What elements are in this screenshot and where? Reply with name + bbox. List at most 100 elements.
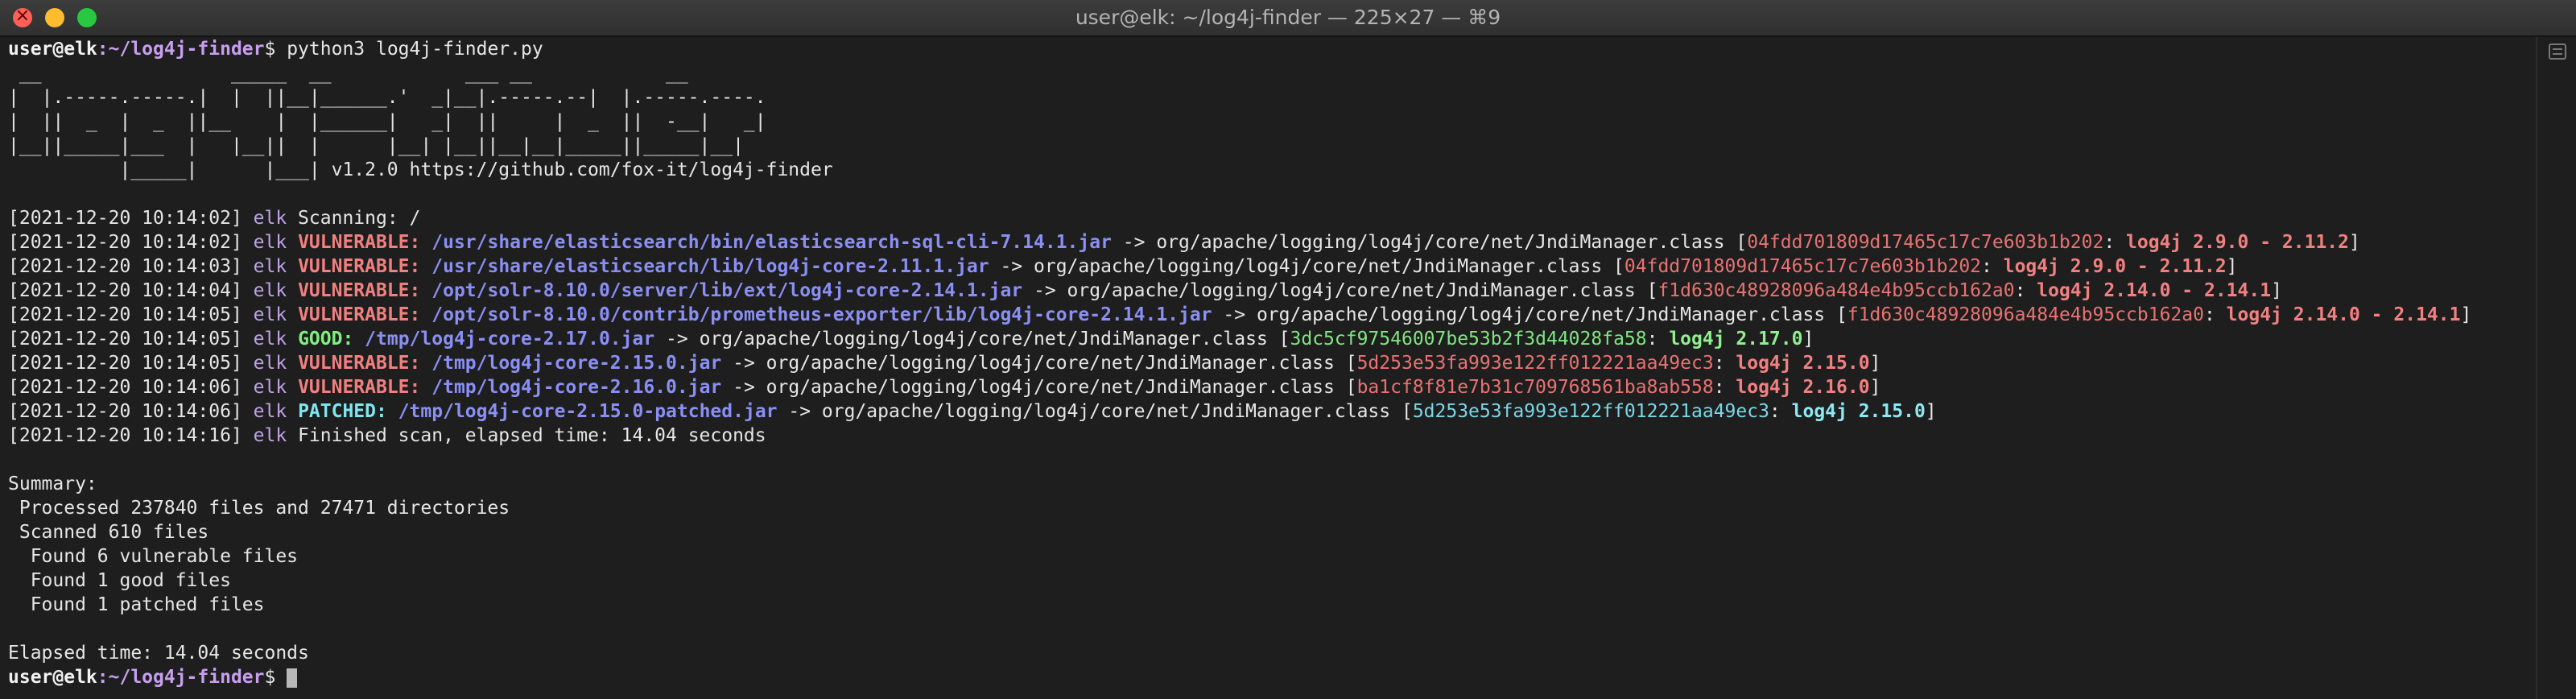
terminal-output[interactable]: user@elk:~/log4j-finder$ python3 log4j-f…: [0, 37, 2524, 699]
log-status: VULNERABLE:: [298, 377, 421, 398]
log-line: [2021-12-20 10:14:06] elk VULNERABLE: /t…: [8, 377, 1881, 398]
log-host: elk: [253, 353, 287, 374]
scrollbar-marks-icon[interactable]: [2549, 43, 2566, 60]
log-version: log4j 2.9.0 - 2.11.2: [2003, 256, 2227, 277]
log-text: -> org/apache/logging/log4j/core/net/Jnd…: [1111, 232, 1748, 253]
log-line: [2021-12-20 10:14:16] elk Finished scan,…: [8, 424, 2524, 448]
summary-heading: Summary:: [8, 474, 97, 494]
log-line: [2021-12-20 10:14:05] elk VULNERABLE: /o…: [8, 304, 2472, 325]
log-timestamp: [2021-12-20 10:14:02]: [8, 208, 242, 229]
prompt-user-host: user@elk: [8, 667, 97, 688]
log-file-path: /opt/solr-8.10.0/contrib/prometheus-expo…: [431, 304, 1212, 325]
text-cursor: [287, 668, 298, 688]
log-timestamp: [2021-12-20 10:14:05]: [8, 329, 242, 350]
log-version: log4j 2.14.0 - 2.14.1: [2226, 304, 2461, 325]
log-file-path: /opt/solr-8.10.0/server/lib/ext/log4j-co…: [431, 280, 1023, 301]
log-host: elk: [253, 280, 287, 301]
log-version: log4j 2.15.0: [1736, 353, 1870, 374]
log-status: VULNERABLE:: [298, 232, 421, 253]
log-text: Scanning: /: [287, 208, 421, 229]
scrollbar[interactable]: [2536, 37, 2576, 699]
typed-command: python3 log4j-finder.py: [275, 39, 543, 60]
banner-line: |_____| |___| v1.2.0 https://github.com/…: [8, 159, 833, 180]
log-status: VULNERABLE:: [298, 280, 421, 301]
log-host: elk: [253, 425, 287, 446]
log-timestamp: [2021-12-20 10:14:16]: [8, 425, 242, 446]
log-file-path: /tmp/log4j-core-2.15.0-patched.jar: [398, 401, 778, 422]
window-title: user@elk: ~/log4j-finder — 225×27 — ⌘9: [1075, 6, 1501, 29]
log-timestamp: [2021-12-20 10:14:03]: [8, 256, 242, 277]
log-host: elk: [253, 208, 287, 229]
log-line: [2021-12-20 10:14:06] elk PATCHED: /tmp/…: [8, 401, 1937, 422]
log-hash: 5d253e53fa993e122ff012221aa49ec3: [1356, 353, 1714, 374]
prompt-path: :~/log4j-finder: [97, 39, 265, 60]
log-timestamp: [2021-12-20 10:14:02]: [8, 232, 242, 253]
log-host: elk: [253, 256, 287, 277]
summary-processed: Processed 237840 files and 27471 directo…: [8, 498, 510, 519]
log-hash: f1d630c48928096a484e4b95ccb162a0: [1657, 280, 2015, 301]
prompt-path: :~/log4j-finder: [97, 667, 265, 688]
summary-patched: Found 1 patched files: [8, 594, 265, 615]
log-hash: f1d630c48928096a484e4b95ccb162a0: [1847, 304, 2204, 325]
log-hash: 3dc5cf97546007be53b2f3d44028fa58: [1290, 329, 1647, 350]
log-timestamp: [2021-12-20 10:14:06]: [8, 377, 242, 398]
log-status: VULNERABLE:: [298, 256, 421, 277]
banner-line: __ _____ __ ___ __ __: [8, 63, 688, 84]
summary-elapsed: Elapsed time: 14.04 seconds: [8, 643, 309, 664]
log-line: [2021-12-20 10:14:02] elk Scanning: /: [8, 206, 2524, 230]
log-version: log4j 2.15.0: [1791, 401, 1926, 422]
banner-line: | || _ | _ ||__ | |______| _| || | _ || …: [8, 111, 766, 132]
prompt-symbol: $: [264, 667, 276, 688]
log-line: [2021-12-20 10:14:04] elk VULNERABLE: /o…: [8, 280, 2282, 301]
log-status: VULNERABLE:: [298, 353, 421, 374]
prompt-user-host: user@elk: [8, 39, 97, 60]
title-bar[interactable]: user@elk: ~/log4j-finder — 225×27 — ⌘9: [0, 0, 2576, 37]
log-host: elk: [253, 401, 287, 422]
log-timestamp: [2021-12-20 10:14:05]: [8, 353, 242, 374]
summary-vulnerable: Found 6 vulnerable files: [8, 546, 299, 567]
banner-line: | |.-----.-----.| | ||__|______.' _|__|.…: [8, 87, 766, 108]
log-hash: 04fdd701809d17465c17c7e603b1b202: [1747, 232, 2104, 253]
log-file-path: /tmp/log4j-core-2.17.0.jar: [365, 329, 655, 350]
log-host: elk: [253, 304, 287, 325]
log-version: log4j 2.16.0: [1736, 377, 1870, 398]
log-version: log4j 2.9.0 - 2.11.2: [2126, 232, 2349, 253]
log-file-path: /tmp/log4j-core-2.16.0.jar: [431, 377, 722, 398]
log-file-path: /usr/share/elasticsearch/lib/log4j-core-…: [431, 256, 989, 277]
log-timestamp: [2021-12-20 10:14:06]: [8, 401, 242, 422]
log-line: [2021-12-20 10:14:02] elk VULNERABLE: /u…: [8, 232, 2360, 253]
log-host: elk: [253, 377, 287, 398]
summary-good: Found 1 good files: [8, 570, 231, 591]
log-text: -> org/apache/logging/log4j/core/net/Jnd…: [1022, 280, 1658, 301]
log-hash: 04fdd701809d17465c17c7e603b1b202: [1624, 256, 1982, 277]
log-text: -> org/apache/logging/log4j/core/net/Jnd…: [777, 401, 1413, 422]
log-hash: ba1cf8f81e7b31c709768561ba8ab558: [1356, 377, 1714, 398]
log-version: log4j 2.17.0: [1669, 329, 1803, 350]
log-hash: 5d253e53fa993e122ff012221aa49ec3: [1412, 401, 1769, 422]
log-line: [2021-12-20 10:14:03] elk VULNERABLE: /u…: [8, 256, 2238, 277]
log-status: PATCHED:: [298, 401, 387, 422]
log-text: -> org/apache/logging/log4j/core/net/Jnd…: [1212, 304, 1847, 325]
log-file-path: /tmp/log4j-core-2.15.0.jar: [431, 353, 722, 374]
log-text: Finished scan, elapsed time: 14.04 secon…: [287, 425, 766, 446]
log-timestamp: [2021-12-20 10:14:04]: [8, 280, 242, 301]
log-file-path: /usr/share/elasticsearch/bin/elasticsear…: [431, 232, 1112, 253]
log-text: -> org/apache/logging/log4j/core/net/Jnd…: [721, 353, 1357, 374]
active-prompt-line[interactable]: user@elk:~/log4j-finder$: [8, 665, 2524, 689]
log-text: -> org/apache/logging/log4j/core/net/Jnd…: [654, 329, 1290, 350]
log-status: GOOD:: [298, 329, 354, 350]
log-host: elk: [253, 329, 287, 350]
log-version: log4j 2.14.0 - 2.14.1: [2037, 280, 2272, 301]
log-text: -> org/apache/logging/log4j/core/net/Jnd…: [989, 256, 1624, 277]
log-line: [2021-12-20 10:14:05] elk VULNERABLE: /t…: [8, 353, 1881, 374]
prompt-symbol: $: [264, 39, 276, 60]
banner-line: |__||_____|___ | |__|| | |__| |__||__|__…: [8, 135, 744, 156]
terminal-window: user@elk: ~/log4j-finder — 225×27 — ⌘9 u…: [0, 0, 2576, 699]
log-timestamp: [2021-12-20 10:14:05]: [8, 304, 242, 325]
log-host: elk: [253, 232, 287, 253]
scan-log: [2021-12-20 10:14:02] elk Scanning: / [20…: [8, 206, 2524, 448]
command-line: user@elk:~/log4j-finder$ python3 log4j-f…: [8, 37, 2524, 61]
